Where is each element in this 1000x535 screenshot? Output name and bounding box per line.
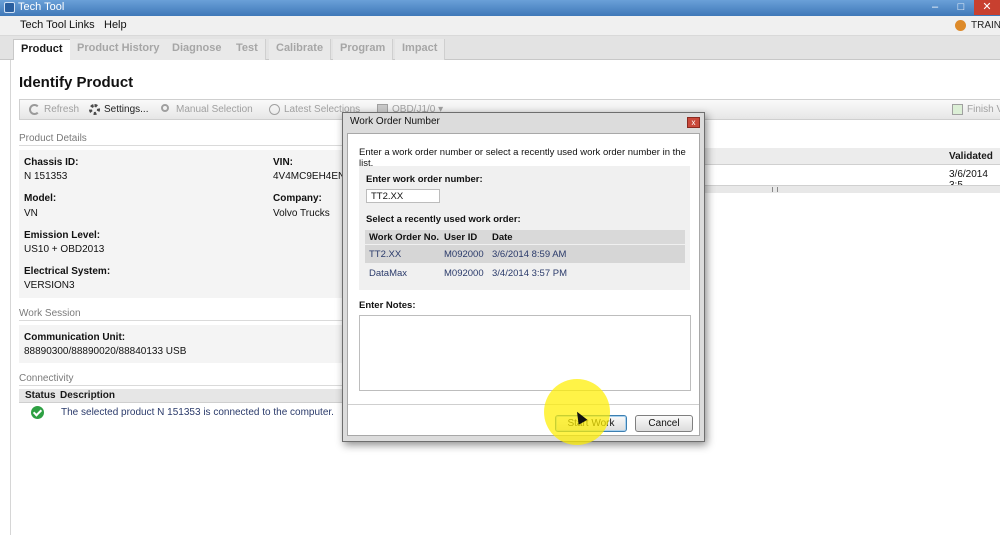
emission-level-label: Emission Level:: [24, 230, 101, 241]
work-session-heading: Work Session: [19, 308, 81, 319]
date-cell: 3/4/2014 3:57 PM: [492, 268, 567, 279]
section-divider: [19, 320, 344, 321]
work-order-input-label: Enter work order number:: [366, 174, 483, 185]
user-id-column-header: User ID: [444, 232, 478, 243]
recent-table-header: Work Order No. User ID Date: [365, 230, 685, 244]
chassis-id-label: Chassis ID:: [24, 157, 79, 168]
model-value: VN: [24, 208, 38, 219]
tab-product-history[interactable]: Product History: [70, 39, 168, 60]
section-divider: [19, 385, 344, 386]
work-session-panel: [19, 325, 344, 363]
notes-label: Enter Notes:: [359, 300, 416, 311]
description-column-header: Description: [60, 390, 116, 401]
dialog-title: Work Order Number: [350, 116, 440, 127]
clock-icon: [269, 104, 280, 115]
menu-links[interactable]: Links: [69, 19, 95, 31]
horizontal-scrollbar[interactable]: [690, 185, 1000, 193]
work-order-input[interactable]: [366, 189, 440, 203]
minimize-icon[interactable]: –: [922, 0, 948, 15]
refresh-icon: [29, 104, 40, 115]
finish-button[interactable]: Finish V: [952, 102, 1000, 118]
app-icon: [4, 2, 15, 13]
left-border: [10, 60, 11, 535]
communication-unit-label: Communication Unit:: [24, 332, 126, 343]
recent-work-order-label: Select a recently used work order:: [366, 214, 521, 225]
finish-icon: [952, 104, 963, 115]
connectivity-description: The selected product N 151353 is connect…: [61, 407, 334, 418]
tab-test[interactable]: Test: [229, 39, 266, 60]
company-value: Volvo Trucks: [273, 208, 330, 219]
window-titlebar: Tech Tool – □ ✕: [0, 0, 1000, 16]
finish-label: Finish V: [967, 104, 1000, 115]
manual-selection-button[interactable]: Manual Selection: [161, 102, 253, 118]
status-column-header: Status: [25, 390, 56, 401]
tab-impact[interactable]: Impact: [395, 39, 446, 60]
tab-product[interactable]: Product: [13, 39, 71, 60]
tab-diagnose[interactable]: Diagnose: [165, 39, 230, 60]
settings-button[interactable]: Settings...: [89, 102, 148, 118]
model-label: Model:: [24, 193, 57, 204]
work-order-cell: DataMax: [369, 268, 408, 279]
work-order-column-header: Work Order No.: [369, 232, 440, 243]
training-mode-icon: [955, 20, 966, 31]
menu-bar: Tech Tool Links Help TRAIN: [0, 16, 1000, 36]
dialog-body: Enter a work order number or select a re…: [347, 133, 700, 436]
date-cell: 3/6/2014 8:59 AM: [492, 249, 567, 260]
electrical-system-label: Electrical System:: [24, 266, 111, 277]
refresh-label: Refresh: [44, 104, 80, 115]
vin-value: 4V4MC9EH4EN: [273, 171, 346, 182]
maximize-icon[interactable]: □: [948, 0, 974, 15]
notes-textarea[interactable]: [359, 315, 691, 391]
tab-program[interactable]: Program: [333, 39, 394, 60]
menu-help[interactable]: Help: [104, 19, 127, 31]
tab-bar: Product Product History Diagnose Test Ca…: [0, 36, 1000, 60]
dialog-close-icon[interactable]: x: [687, 117, 700, 128]
section-divider: [19, 145, 344, 146]
validated-header: Validated: [949, 151, 993, 162]
settings-label: Settings...: [104, 104, 149, 115]
dialog-titlebar[interactable]: Work Order Number x: [343, 113, 704, 131]
refresh-button[interactable]: Refresh: [29, 102, 79, 118]
work-order-cell: TT2.XX: [369, 249, 402, 260]
connected-check-icon: [31, 406, 44, 419]
electrical-system-value: VERSION3: [24, 280, 75, 291]
cancel-button[interactable]: Cancel: [635, 415, 693, 432]
vin-label: VIN:: [273, 157, 293, 168]
magnifier-icon: [161, 104, 169, 112]
communication-unit-value: 88890300/88890020/88840133 USB: [24, 346, 187, 357]
start-work-button[interactable]: Start Work: [555, 415, 627, 432]
menu-tech-tool[interactable]: Tech Tool: [20, 19, 66, 31]
table-row[interactable]: DataMax M092000 3/4/2014 3:57 PM: [365, 264, 685, 282]
scrollbar-grip-icon[interactable]: [772, 187, 778, 192]
table-row[interactable]: TT2.XX M092000 3/6/2014 8:59 AM: [365, 245, 685, 263]
manual-selection-label: Manual Selection: [176, 104, 253, 115]
connectivity-heading: Connectivity: [19, 373, 74, 384]
dialog-footer-divider: [348, 404, 699, 405]
company-label: Company:: [273, 193, 322, 204]
chassis-id-value: N 151353: [24, 171, 68, 182]
work-order-panel: Enter work order number: Select a recent…: [359, 166, 690, 290]
emission-level-value: US10 + OBD2013: [24, 244, 105, 255]
connectivity-table-header: Status Description: [19, 389, 349, 403]
tab-calibrate[interactable]: Calibrate: [269, 39, 332, 60]
work-order-dialog: Work Order Number x Enter a work order n…: [342, 112, 705, 442]
mode-indicator: TRAIN: [971, 20, 1000, 31]
gear-icon: [89, 104, 100, 115]
right-table-header: Validated: [690, 148, 1000, 165]
user-id-cell: M092000: [444, 249, 484, 260]
close-icon[interactable]: ✕: [974, 0, 1000, 15]
date-column-header: Date: [492, 232, 513, 243]
window-title: Tech Tool: [18, 1, 65, 13]
product-details-heading: Product Details: [19, 133, 87, 144]
page-title: Identify Product: [19, 74, 134, 91]
user-id-cell: M092000: [444, 268, 484, 279]
